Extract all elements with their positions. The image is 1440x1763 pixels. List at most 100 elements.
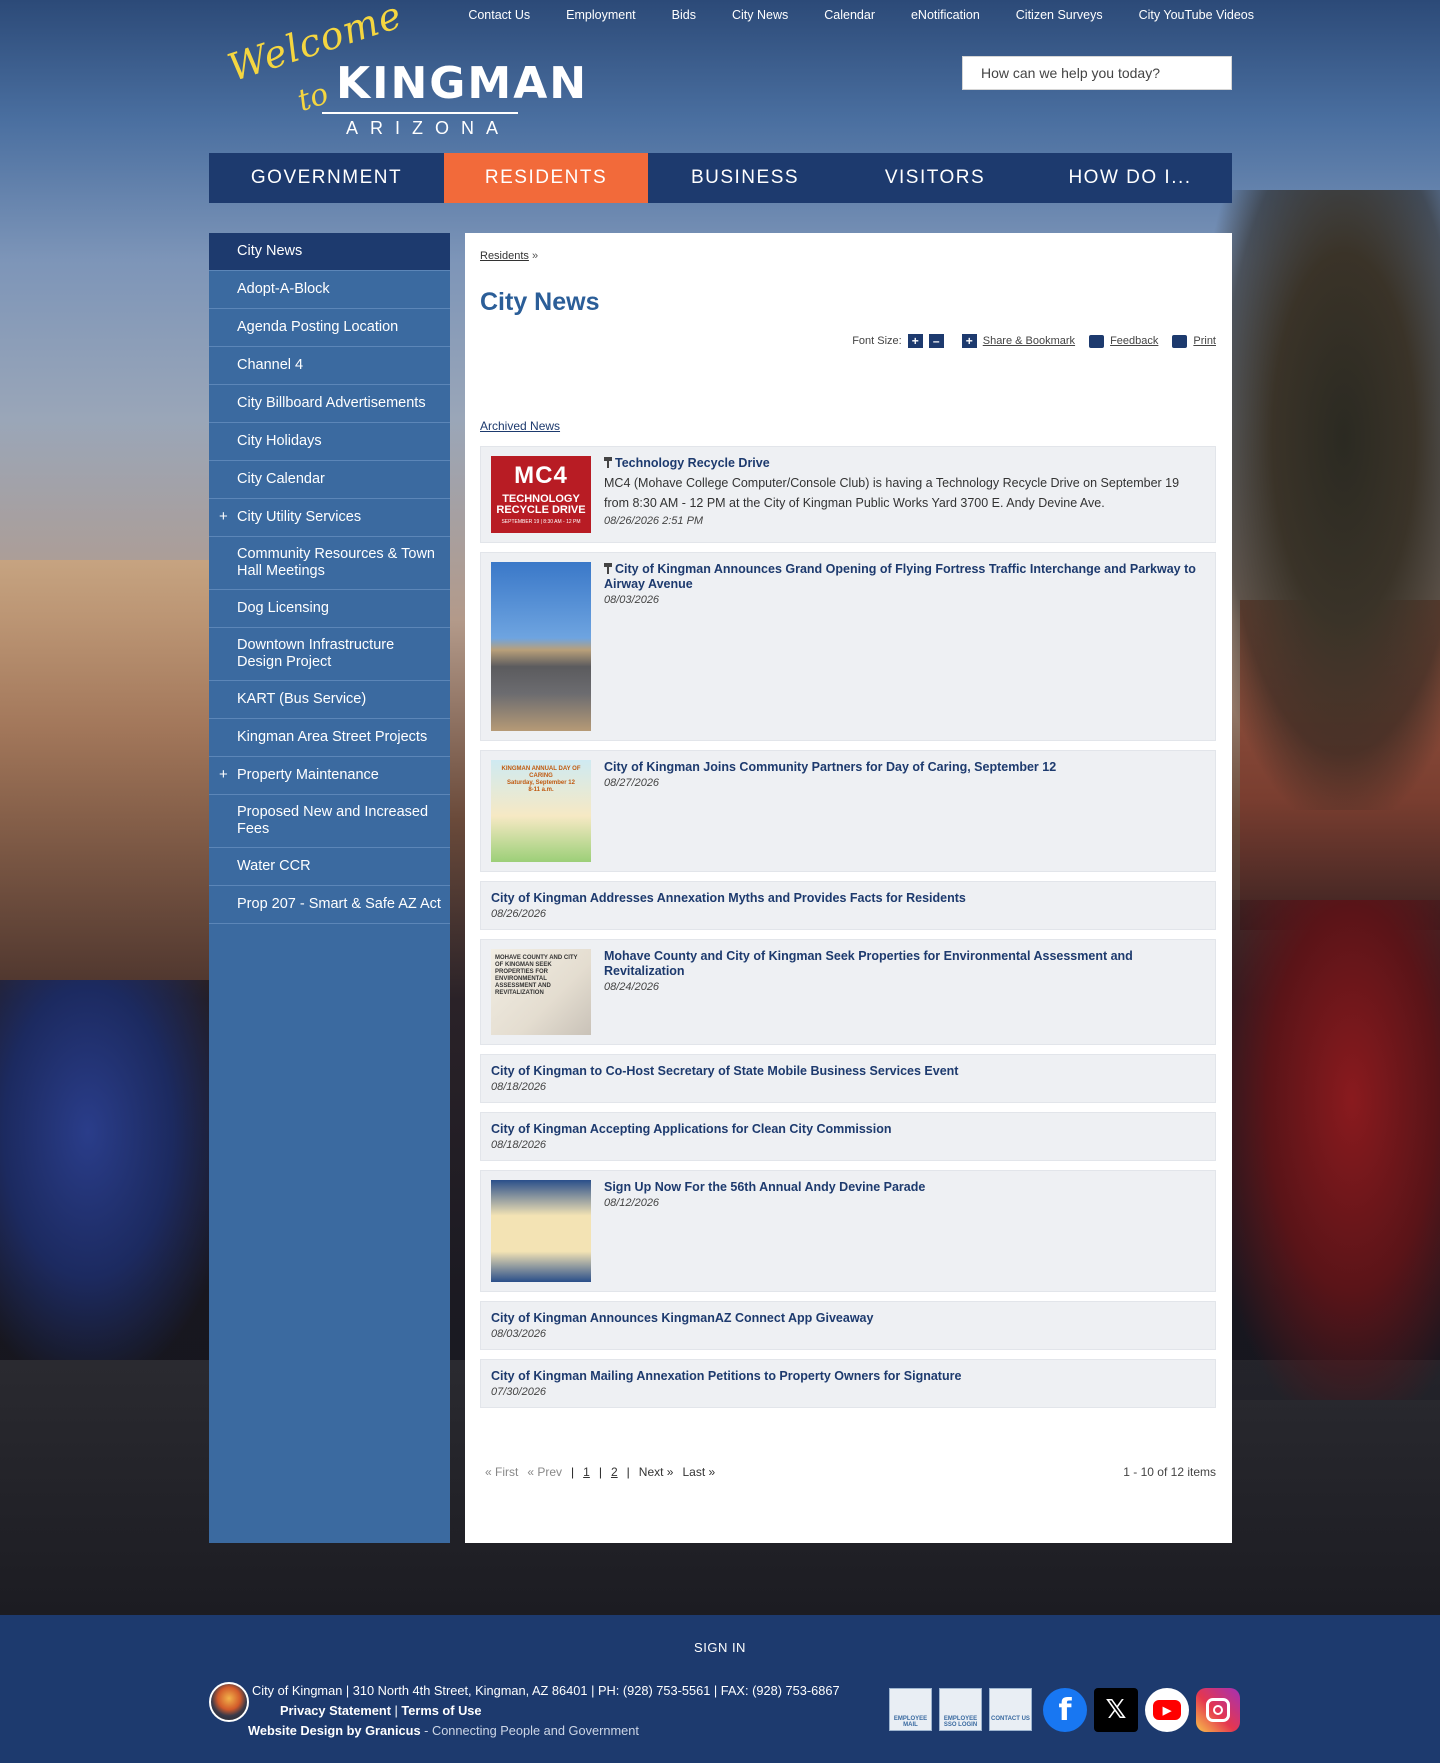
- news-title-link[interactable]: City of Kingman to Co-Host Secretary of …: [491, 1064, 1205, 1079]
- sidebar-item-label: City Holidays: [237, 433, 322, 449]
- thumbnail-text: SEPTEMBER 19 | 8:30 AM - 12 PM: [501, 519, 581, 525]
- sidebar-item-label: Adopt-A-Block: [237, 281, 330, 297]
- feedback-icon[interactable]: [1089, 334, 1105, 348]
- sidebar-item-kingman-area-street-projects[interactable]: Kingman Area Street Projects: [209, 719, 450, 757]
- sidebar-item-channel-4[interactable]: Channel 4: [209, 347, 450, 385]
- news-title-link[interactable]: City of Kingman Mailing Annexation Petit…: [491, 1369, 1205, 1384]
- news-title-text: City of Kingman Joins Community Partners…: [604, 760, 1057, 774]
- sidebar-nav: City News Adopt-A-Block Agenda Posting Loc…: [209, 233, 450, 1543]
- footer-icons: EMPLOYEE MAIL EMPLOYEE SSO LOGIN CONTACT…: [889, 1688, 1240, 1732]
- news-title-text: City of Kingman Announces Grand Opening …: [604, 562, 1196, 591]
- main-nav-residents[interactable]: RESIDENTS: [444, 153, 648, 203]
- news-description: MC4 (Mohave College Computer/Console Clu…: [604, 476, 1180, 510]
- youtube-icon[interactable]: ▶: [1145, 1688, 1189, 1732]
- print-link[interactable]: Print: [1193, 335, 1216, 347]
- news-thumbnail[interactable]: KINGMAN ANNUAL DAY OF CARING Saturday, Se…: [491, 760, 591, 862]
- pager-page-1[interactable]: 1: [583, 1465, 590, 1479]
- granicus-link[interactable]: Website Design by Granicus: [248, 1723, 421, 1738]
- news-title-link[interactable]: City of Kingman Announces Grand Opening …: [604, 562, 1205, 592]
- utility-link-citizen-surveys[interactable]: Citizen Surveys: [998, 8, 1121, 22]
- sidebar-item-agenda-posting-location[interactable]: Agenda Posting Location: [209, 309, 450, 347]
- news-title-link[interactable]: Technology Recycle Drive: [604, 456, 1205, 471]
- expand-plus-icon[interactable]: +: [219, 508, 228, 525]
- share-icon[interactable]: +: [961, 334, 977, 348]
- news-date: 08/12/2026: [604, 1197, 660, 1209]
- main-nav-government[interactable]: GOVERNMENT: [209, 153, 444, 203]
- share-bookmark-link[interactable]: Share & Bookmark: [983, 335, 1075, 347]
- news-text: City of Kingman to Co-Host Secretary of …: [491, 1064, 1205, 1093]
- sidebar-item-city-billboard-advertisements[interactable]: City Billboard Advertisements: [209, 385, 450, 423]
- sidebar-item-kart-bus-service[interactable]: KART (Bus Service): [209, 681, 450, 719]
- news-thumbnail[interactable]: [491, 1180, 591, 1282]
- site-footer: SIGN IN City of Kingman | 310 North 4th …: [0, 1615, 1440, 1763]
- main-nav-business[interactable]: BUSINESS: [648, 153, 842, 203]
- news-title-link[interactable]: City of Kingman Accepting Applications f…: [491, 1122, 1205, 1137]
- pin-icon: [604, 457, 612, 468]
- main-nav-how-do-i[interactable]: HOW DO I...: [1028, 153, 1232, 203]
- news-title-link[interactable]: City of Kingman Announces KingmanAZ Conn…: [491, 1311, 1205, 1326]
- news-thumbnail[interactable]: [491, 562, 591, 731]
- font-increase-icon[interactable]: +: [907, 334, 923, 348]
- expand-plus-icon[interactable]: +: [219, 766, 228, 783]
- logo-rule: [322, 112, 518, 114]
- news-title-link[interactable]: City of Kingman Joins Community Partners…: [604, 760, 1205, 775]
- pin-icon: [604, 563, 612, 574]
- pager-next[interactable]: Next »: [639, 1465, 674, 1479]
- feedback-link[interactable]: Feedback: [1110, 335, 1158, 347]
- privacy-statement-link[interactable]: Privacy Statement: [280, 1703, 391, 1718]
- sidebar-item-water-ccr[interactable]: Water CCR: [209, 848, 450, 886]
- site-logo[interactable]: Welcome to KINGMAN ARIZONA: [222, 0, 586, 138]
- news-title-link[interactable]: Sign Up Now For the 56th Annual Andy Dev…: [604, 1180, 1205, 1195]
- sidebar-item-label: Dog Licensing: [237, 600, 329, 616]
- footer-credit: Website Design by Granicus - Connecting …: [248, 1723, 639, 1738]
- utility-link-employment[interactable]: Employment: [548, 8, 653, 22]
- news-date: 08/27/2026: [604, 777, 660, 789]
- sidebar-item-city-utility-services[interactable]: + City Utility Services: [209, 499, 450, 537]
- archived-news-link[interactable]: Archived News: [480, 419, 560, 433]
- sidebar-item-community-resources-town-hall-meetings[interactable]: Community Resources & Town Hall Meetings: [209, 537, 450, 590]
- breadcrumb-link-residents[interactable]: Residents: [480, 250, 529, 262]
- breadcrumb-separator: »: [531, 250, 539, 262]
- utility-link-calendar[interactable]: Calendar: [806, 8, 893, 22]
- sidebar-item-city-news[interactable]: City News: [209, 233, 450, 271]
- employee-mail-button[interactable]: EMPLOYEE MAIL: [889, 1688, 932, 1731]
- pager-last[interactable]: Last »: [682, 1465, 715, 1479]
- news-title-link[interactable]: Mohave County and City of Kingman Seek P…: [604, 949, 1205, 979]
- sidebar-item-property-maintenance[interactable]: + Property Maintenance: [209, 757, 450, 795]
- sidebar-item-adopt-a-block[interactable]: Adopt-A-Block: [209, 271, 450, 309]
- utility-link-contact-us[interactable]: Contact Us: [450, 8, 548, 22]
- main-nav: GOVERNMENT RESIDENTS BUSINESS VISITORS HOW D…: [209, 153, 1232, 203]
- main-nav-visitors[interactable]: VISITORS: [842, 153, 1028, 203]
- sidebar-item-proposed-new-and-increased-fees[interactable]: Proposed New and Increased Fees: [209, 795, 450, 848]
- news-item: City of Kingman Announces KingmanAZ Conn…: [480, 1301, 1216, 1350]
- sidebar-item-label: KART (Bus Service): [237, 691, 367, 707]
- print-icon[interactable]: [1172, 334, 1188, 348]
- utility-link-enotification[interactable]: eNotification: [893, 8, 998, 22]
- instagram-icon[interactable]: [1196, 1688, 1240, 1732]
- terms-of-use-link[interactable]: Terms of Use: [401, 1703, 481, 1718]
- sidebar-item-prop-207-smart-safe-az-act[interactable]: Prop 207 - Smart & Safe AZ Act: [209, 886, 450, 924]
- sidebar-item-city-holidays[interactable]: City Holidays: [209, 423, 450, 461]
- sidebar-item-dog-licensing[interactable]: Dog Licensing: [209, 590, 450, 628]
- news-thumbnail[interactable]: MC4 TECHNOLOGY RECYCLE DRIVE SEPTEMBER 19 …: [491, 456, 591, 533]
- search-input[interactable]: [963, 57, 1231, 89]
- utility-link-city-news[interactable]: City News: [714, 8, 806, 22]
- font-decrease-icon[interactable]: –: [928, 334, 944, 348]
- employee-sso-button[interactable]: EMPLOYEE SSO LOGIN: [939, 1688, 982, 1731]
- pager-page-2[interactable]: 2: [611, 1465, 618, 1479]
- utility-link-city-youtube-videos[interactable]: City YouTube Videos: [1121, 8, 1254, 22]
- sidebar-item-city-calendar[interactable]: City Calendar: [209, 461, 450, 499]
- thumbnail-text: KINGMAN ANNUAL DAY OF CARING: [501, 766, 581, 779]
- sign-in-link[interactable]: SIGN IN: [0, 1640, 1440, 1655]
- contact-us-button[interactable]: CONTACT US: [989, 1688, 1032, 1731]
- sidebar-item-downtown-infrastructure-design-project[interactable]: Downtown Infrastructure Design Project: [209, 628, 450, 681]
- x-icon[interactable]: 𝕏: [1094, 1688, 1138, 1732]
- facebook-icon[interactable]: f: [1043, 1688, 1087, 1732]
- news-text: City of Kingman Addresses Annexation Myt…: [491, 891, 1205, 920]
- sidebar-item-label: City News: [237, 243, 303, 259]
- utility-link-bids[interactable]: Bids: [654, 8, 714, 22]
- news-item: Sign Up Now For the 56th Annual Andy Dev…: [480, 1170, 1216, 1292]
- news-thumbnail[interactable]: MOHAVE COUNTY AND CITY OF KINGMAN SEEK P…: [491, 949, 591, 1035]
- news-title-link[interactable]: City of Kingman Addresses Annexation Myt…: [491, 891, 1205, 906]
- news-title-text: City of Kingman Mailing Annexation Petit…: [491, 1369, 962, 1383]
